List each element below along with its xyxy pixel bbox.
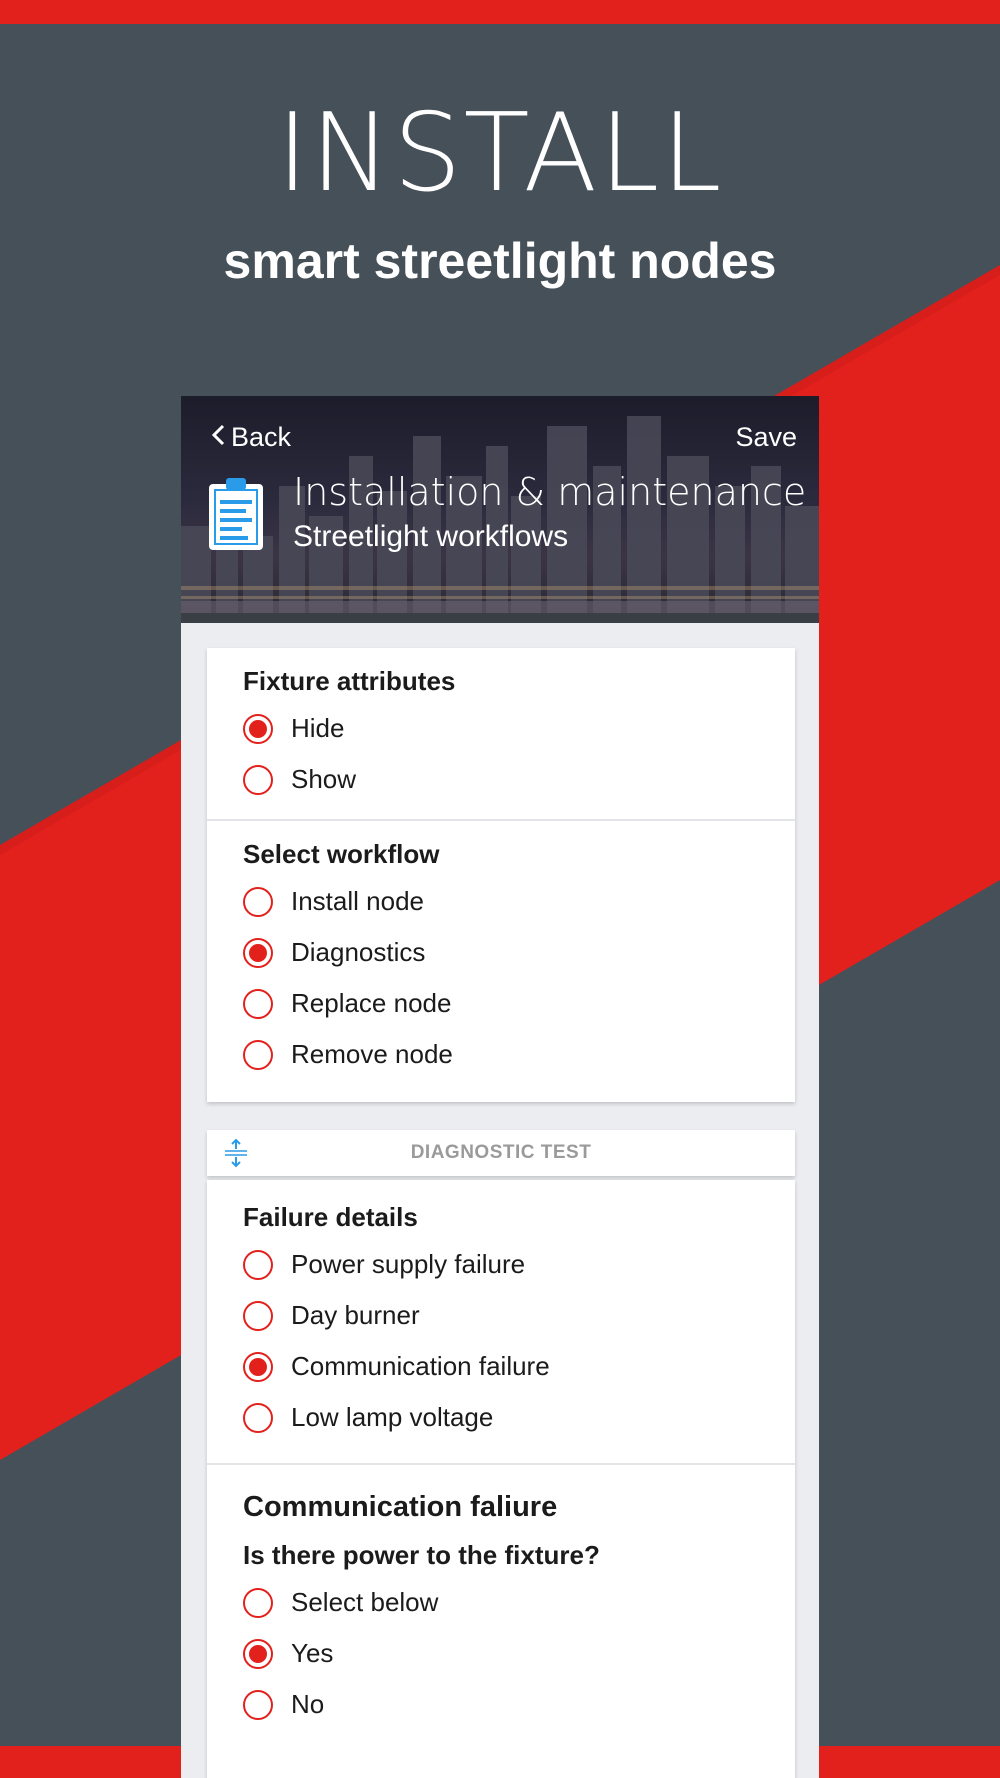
radio-option-replace-node[interactable]: Replace node	[243, 978, 795, 1029]
save-button[interactable]: Save	[735, 422, 797, 453]
diagnostic-card: Failure details Power supply failure Day…	[207, 1180, 795, 1778]
option-label: Select below	[291, 1587, 439, 1617]
radio-button[interactable]	[243, 1249, 273, 1280]
top-accent-strip	[0, 0, 1000, 24]
communication-failure-section: Communication faliure Is there power to …	[207, 1465, 795, 1730]
radio-option-no[interactable]: No	[243, 1679, 795, 1730]
option-label: Hide	[291, 713, 345, 743]
option-label: Remove node	[291, 1039, 453, 1069]
radio-button[interactable]	[243, 1039, 273, 1070]
option-label: Communication failure	[291, 1351, 550, 1381]
clipboard-icon	[209, 478, 263, 550]
diagnostic-test-bar[interactable]: DIAGNOSTIC TEST	[207, 1130, 795, 1176]
option-label: Day burner	[291, 1300, 420, 1330]
app-screen: Back Save Installation & maintenance Str…	[181, 396, 819, 1778]
back-button[interactable]: Back	[211, 422, 291, 453]
radio-button[interactable]	[243, 1689, 273, 1720]
radio-button[interactable]	[243, 713, 273, 744]
hero-subtitle: smart streetlight nodes	[223, 233, 777, 289]
communication-failure-title: Communication faliure	[243, 1491, 558, 1523]
option-label: Replace node	[291, 988, 452, 1018]
app-header: Back Save Installation & maintenance Str…	[181, 396, 819, 623]
option-label: Power supply failure	[291, 1249, 526, 1279]
radio-option-power-supply-failure[interactable]: Power supply failure	[243, 1239, 795, 1290]
workflow-card: Fixture attributes Hide Show Select work…	[207, 648, 795, 1102]
option-label: No	[291, 1689, 325, 1719]
option-label: Show	[291, 764, 357, 794]
radio-button[interactable]	[243, 1300, 273, 1331]
question-label: Is there power to the fixture?	[243, 1540, 600, 1570]
select-workflow-section: Select workflow Install node Diagnostics…	[207, 821, 795, 1080]
radio-option-day-burner[interactable]: Day burner	[243, 1290, 795, 1341]
radio-button[interactable]	[243, 764, 273, 795]
radio-button[interactable]	[243, 988, 273, 1019]
header-subtitle: Streetlight workflows	[293, 520, 569, 553]
radio-option-diagnostics[interactable]: Diagnostics	[243, 927, 795, 978]
section-title: Select workflow	[243, 839, 440, 869]
radio-option-select-below[interactable]: Select below	[243, 1577, 795, 1628]
header-title: Installation & maintenance	[293, 470, 807, 514]
radio-option-show[interactable]: Show	[243, 754, 795, 805]
radio-option-install-node[interactable]: Install node	[243, 876, 795, 927]
fixture-attributes-section: Fixture attributes Hide Show	[207, 648, 795, 805]
section-title: Fixture attributes	[243, 666, 456, 696]
chevron-left-icon	[211, 422, 225, 453]
failure-details-section: Failure details Power supply failure Day…	[207, 1180, 795, 1443]
option-label: Diagnostics	[291, 937, 426, 967]
radio-button[interactable]	[243, 1638, 273, 1669]
radio-button[interactable]	[243, 1587, 273, 1618]
option-label: Low lamp voltage	[291, 1402, 494, 1432]
radio-button[interactable]	[243, 937, 273, 968]
radio-option-communication-failure[interactable]: Communication failure	[243, 1341, 795, 1392]
diagnostic-test-label: DIAGNOSTIC TEST	[410, 1142, 592, 1163]
radio-button[interactable]	[243, 886, 273, 917]
radio-option-low-lamp-voltage[interactable]: Low lamp voltage	[243, 1392, 795, 1443]
hero-title: INSTALL	[276, 91, 724, 216]
section-title: Failure details	[243, 1202, 418, 1232]
radio-button[interactable]	[243, 1351, 273, 1382]
header-bottom-bar	[181, 613, 819, 623]
radio-option-yes[interactable]: Yes	[243, 1628, 795, 1679]
radio-button[interactable]	[243, 1402, 273, 1433]
back-label: Back	[231, 422, 292, 452]
radio-option-hide[interactable]: Hide	[243, 703, 795, 754]
option-label: Install node	[291, 886, 424, 916]
radio-option-remove-node[interactable]: Remove node	[243, 1029, 795, 1080]
option-label: Yes	[291, 1638, 334, 1668]
